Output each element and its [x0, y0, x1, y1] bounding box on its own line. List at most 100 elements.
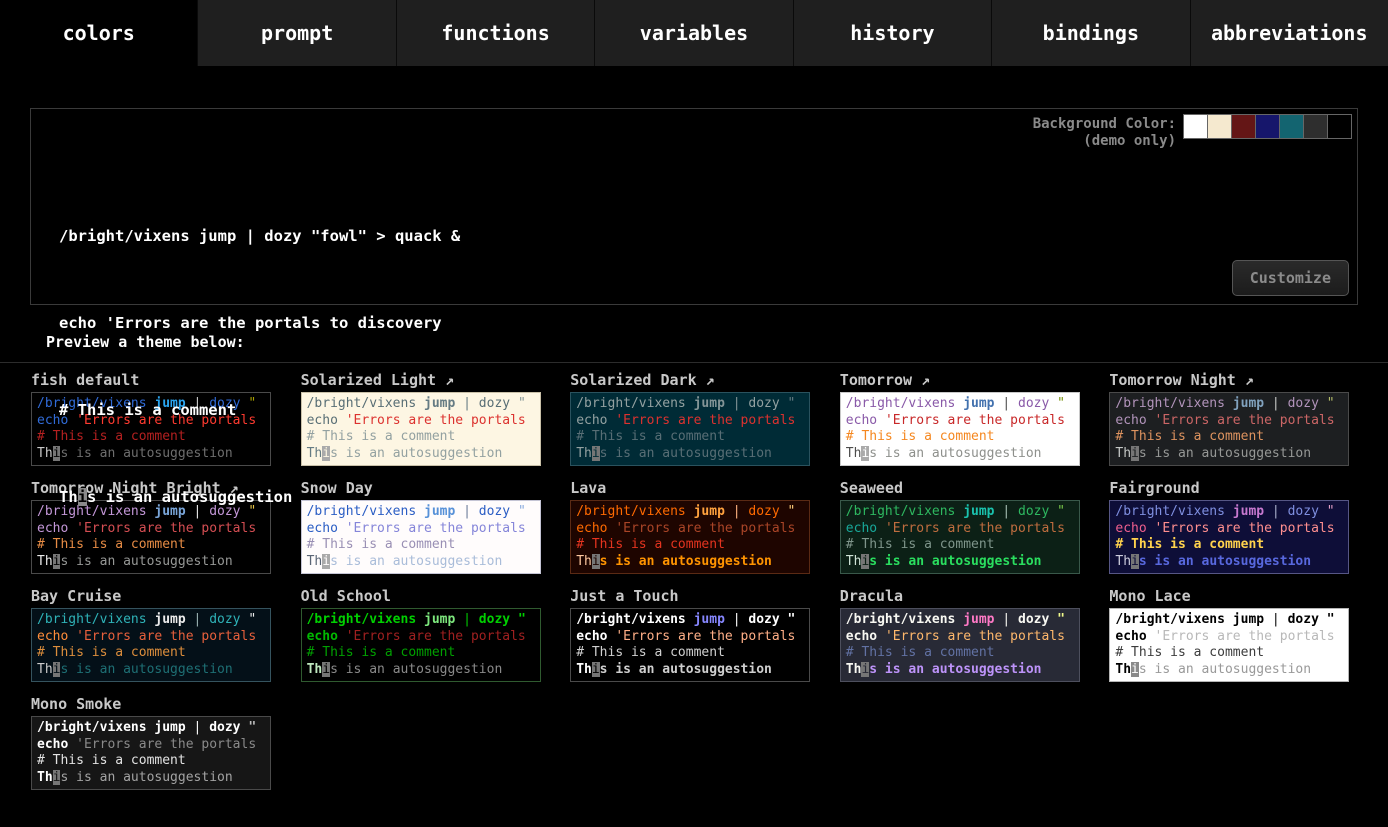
command-token: /bright/vixens: [37, 612, 154, 627]
autosuggestion-text: s is an autosuggestion: [869, 662, 1041, 677]
comment-token: # This is a comment: [37, 753, 186, 768]
command-token: echo: [846, 629, 885, 644]
tab-bar: colorspromptfunctionsvariableshistorybin…: [0, 0, 1388, 66]
sample-command-line: /bright/vixens jump | dozy ": [37, 612, 265, 629]
theme-card-mono-lace: Mono Lace/bright/vixens jump | dozy "ech…: [1109, 587, 1357, 682]
background-color-swatches: [1184, 114, 1352, 139]
background-swatch-3[interactable]: [1231, 114, 1256, 139]
theme-title: Bay Cruise: [31, 587, 279, 608]
quote-token: ": [1327, 612, 1335, 627]
command-token: dozy: [748, 612, 787, 627]
tab-bindings[interactable]: bindings: [992, 0, 1190, 66]
cursor-block: i: [592, 662, 600, 677]
theme-card-bay-cruise: Bay Cruise/bright/vixens jump | dozy "ec…: [31, 587, 279, 682]
command-token: echo: [1115, 629, 1154, 644]
theme-preview[interactable]: /bright/vixens jump | dozy "echo 'Errors…: [31, 608, 271, 682]
terminal-sample-text: /bright/vixens jump | dozy "fowl" > quac…: [31, 109, 1357, 570]
theme-card-old-school: Old School/bright/vixens jump | dozy "ec…: [301, 587, 549, 682]
sample-autosuggestion-line: This is an autosuggestion: [37, 770, 265, 787]
command-token: echo: [37, 629, 76, 644]
command-token: echo: [576, 629, 615, 644]
command-token: dozy: [1018, 612, 1057, 627]
typed-text: Th: [846, 662, 862, 677]
sample-command-line: /bright/vixens jump | dozy ": [37, 720, 265, 737]
theme-card-just-a-touch: Just a Touch/bright/vixens jump | dozy "…: [570, 587, 818, 682]
sample-command-line: /bright/vixens jump | dozy ": [576, 612, 804, 629]
sample-echo-line: echo 'Errors are the portals: [307, 629, 535, 646]
error-token: 'Errors are the portals: [885, 629, 1065, 644]
theme-preview[interactable]: /bright/vixens jump | dozy "echo 'Errors…: [301, 608, 541, 682]
tab-prompt[interactable]: prompt: [198, 0, 396, 66]
param-token: jump: [154, 720, 185, 735]
param-token: jump: [963, 612, 994, 627]
sample-echo-line: echo 'Errors are the portals: [37, 737, 265, 754]
command-token: dozy: [209, 612, 248, 627]
sample-autosuggestion-line: This is an autosuggestion: [37, 662, 265, 679]
theme-card-mono-smoke: Mono Smoke/bright/vixens jump | dozy "ec…: [31, 695, 279, 790]
sample-autosuggestion-line: This is an autosuggestion: [846, 662, 1074, 679]
sample-echo-line: echo 'Errors are the portals: [576, 629, 804, 646]
sample-command-line: /bright/vixens jump | dozy ": [846, 612, 1074, 629]
theme-preview[interactable]: /bright/vixens jump | dozy "echo 'Errors…: [1109, 608, 1349, 682]
command-token: echo: [37, 737, 76, 752]
tab-history[interactable]: history: [794, 0, 992, 66]
comment-token: # This is a comment: [1115, 645, 1264, 660]
sample-command-line: /bright/vixens jump | dozy ": [307, 612, 535, 629]
background-swatch-5[interactable]: [1279, 114, 1304, 139]
typed-text: Th: [576, 662, 592, 677]
sample-echo-line: echo 'Errors are the portals to discover…: [59, 309, 1357, 338]
sample-comment-line: # This is a comment: [576, 645, 804, 662]
autosuggestion-text: s is an autosuggestion: [87, 488, 292, 506]
sample-echo-line: echo 'Errors are the portals: [1115, 629, 1343, 646]
theme-title: Old School: [301, 587, 549, 608]
customize-button[interactable]: Customize: [1232, 260, 1349, 296]
tab-colors[interactable]: colors: [0, 0, 198, 66]
theme-title: Mono Smoke: [31, 695, 279, 716]
comment-token: # This is a comment: [307, 645, 456, 660]
theme-preview[interactable]: /bright/vixens jump | dozy "echo 'Errors…: [840, 608, 1080, 682]
command-token: /bright/vixens: [37, 720, 154, 735]
theme-preview[interactable]: /bright/vixens jump | dozy "echo 'Errors…: [570, 608, 810, 682]
tab-functions[interactable]: functions: [397, 0, 595, 66]
background-swatch-2[interactable]: [1207, 114, 1232, 139]
command-token: /bright/vixens: [1115, 612, 1232, 627]
sample-comment-line: # This is a comment: [846, 645, 1074, 662]
theme-title: Just a Touch: [570, 587, 818, 608]
command-token: /bright/vixens: [307, 612, 424, 627]
terminal-preview-panel: Background Color: (demo only) /bright/vi…: [30, 108, 1358, 305]
error-token: 'Errors are the portals: [346, 629, 526, 644]
command-token: echo: [307, 629, 346, 644]
background-swatch-6[interactable]: [1303, 114, 1328, 139]
sample-comment-line: # This is a comment: [307, 645, 535, 662]
background-swatch-7[interactable]: [1327, 114, 1352, 139]
pipe-token: |: [1264, 612, 1287, 627]
background-swatch-4[interactable]: [1255, 114, 1280, 139]
quote-token: ": [788, 612, 796, 627]
typed-text: Th: [37, 662, 53, 677]
sample-autosuggestion-line: This is an autosuggestion: [307, 662, 535, 679]
pipe-token: |: [725, 612, 748, 627]
sample-comment-line: # This is a comment: [59, 396, 1357, 425]
tab-variables[interactable]: variables: [595, 0, 793, 66]
pipe-token: |: [995, 612, 1018, 627]
comment-token: # This is a comment: [846, 645, 995, 660]
sample-comment-line: # This is a comment: [37, 753, 265, 770]
cursor-block: i: [1131, 662, 1139, 677]
tab-abbreviations[interactable]: abbreviations: [1191, 0, 1388, 66]
sample-comment-line: # This is a comment: [1115, 645, 1343, 662]
pipe-token: |: [186, 612, 209, 627]
command-token: /bright/vixens: [576, 612, 693, 627]
autosuggestion-text: s is an autosuggestion: [1139, 662, 1311, 677]
background-color-label: Background Color:: [1033, 116, 1176, 133]
pipe-token: |: [455, 612, 478, 627]
param-token: jump: [1233, 612, 1264, 627]
cursor-block: i: [78, 488, 87, 506]
quote-token: ": [518, 612, 526, 627]
theme-preview[interactable]: /bright/vixens jump | dozy "echo 'Errors…: [31, 716, 271, 790]
param-token: jump: [694, 612, 725, 627]
param-token: jump: [424, 612, 455, 627]
error-token: 'Errors are the portals: [76, 737, 256, 752]
quote-token: ": [248, 612, 256, 627]
comment-token: # This is a comment: [37, 645, 186, 660]
background-swatch-1[interactable]: [1183, 114, 1208, 139]
